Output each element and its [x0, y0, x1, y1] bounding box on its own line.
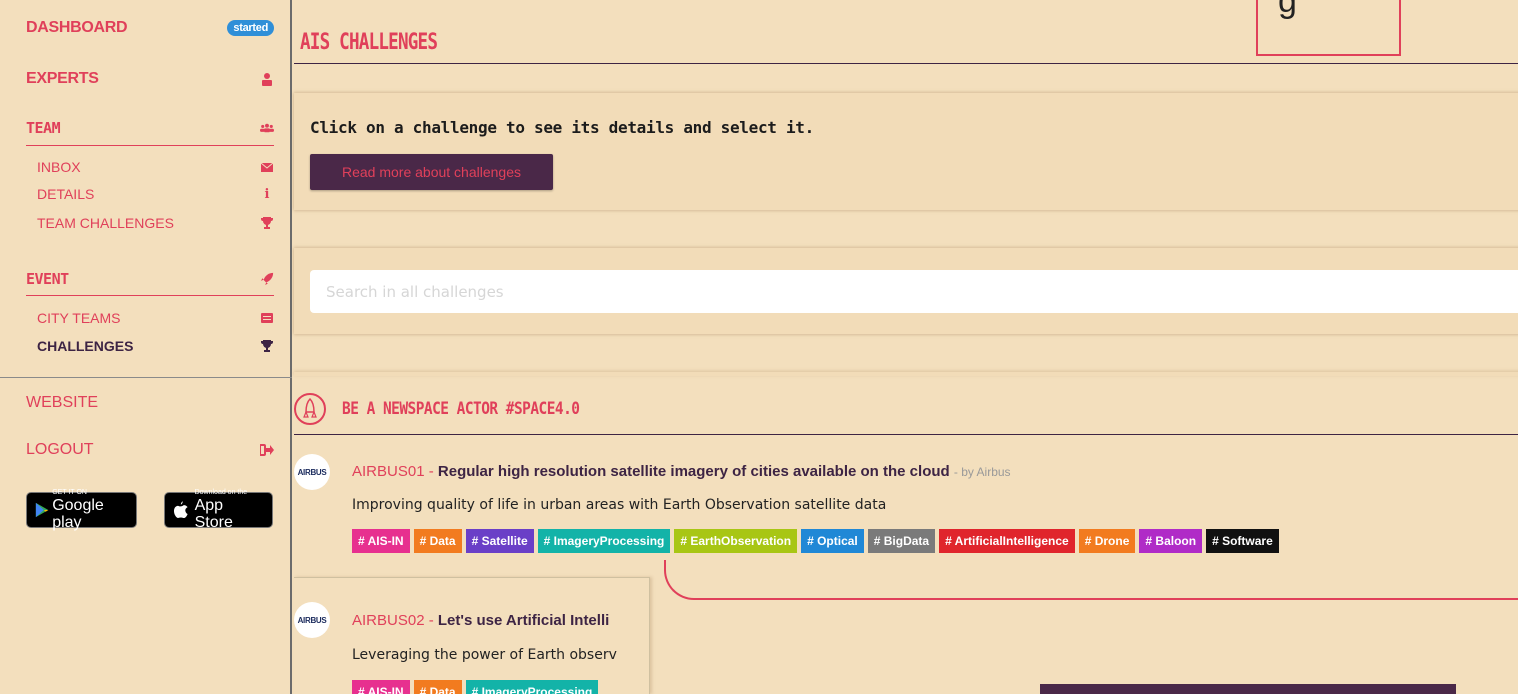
nav-details-label: DETAILS [37, 186, 95, 202]
tag[interactable]: # AIS-IN [352, 680, 410, 694]
category-divider [294, 434, 1518, 435]
nav-inbox-label: INBOX [37, 159, 81, 175]
google-play-icon [35, 502, 49, 518]
nav-team-challenges-label: TEAM CHALLENGES [37, 215, 174, 231]
nav-team-challenges[interactable]: TEAM CHALLENGES [37, 215, 274, 231]
users-icon [260, 121, 274, 135]
tag[interactable]: # Data [413, 680, 462, 694]
challenge-tags: # AIS-IN # Data # ImageryProcessing [352, 680, 599, 694]
nav-website-label: WEBSITE [26, 394, 99, 411]
sidebar-divider [0, 377, 292, 378]
tag[interactable]: # ImageryProcessing [537, 529, 671, 553]
list-icon [260, 311, 274, 325]
challenge-title-text: Regular high resolution satellite imager… [437, 463, 950, 480]
category-panel-top [294, 372, 1518, 376]
nav-dashboard-label: DASHBOARD [26, 19, 128, 36]
team-divider [26, 145, 274, 146]
challenge-description: Improving quality of life in urban areas… [352, 497, 887, 513]
google-play-small: GET IT ON [52, 489, 87, 496]
google-play-button[interactable]: GET IT ON Google play [26, 489, 137, 531]
decorative-curve [664, 560, 1518, 600]
tag[interactable]: # BigData [867, 529, 936, 553]
challenge-description: Leveraging the power of Earth observ [352, 647, 617, 663]
sidebar: DASHBOARD started EXPERTS TEAM INBOX DET… [0, 0, 292, 694]
nav-inbox[interactable]: INBOX [37, 159, 274, 175]
tag[interactable]: # Drone [1078, 529, 1136, 553]
apple-icon [173, 501, 188, 519]
google-play-big: Google play [52, 497, 104, 531]
trophy-icon [260, 216, 274, 230]
nav-experts-label: EXPERTS [26, 70, 99, 87]
nav-logout[interactable]: LOGOUT [26, 441, 274, 459]
tag[interactable]: # Data [413, 529, 462, 553]
event-divider [26, 295, 274, 296]
tag[interactable]: # EarthObservation [674, 529, 798, 553]
tag[interactable]: # Baloon [1139, 529, 1203, 553]
nav-city-teams[interactable]: CITY TEAMS [37, 310, 274, 326]
app-store-button[interactable]: Download on the App Store [164, 489, 273, 531]
nav-challenges[interactable]: CHALLENGES [37, 338, 274, 354]
info-icon: i [264, 186, 270, 202]
nav-team[interactable]: TEAM [26, 119, 274, 137]
challenge-author: - by Airbus [953, 465, 1011, 479]
sign-out-icon [260, 443, 274, 457]
nav-experts[interactable]: EXPERTS [26, 70, 274, 88]
nav-city-teams-label: CITY TEAMS [37, 310, 121, 326]
nav-team-label: TEAM [26, 119, 61, 137]
nav-details[interactable]: DETAILS i [37, 186, 274, 202]
tag[interactable]: # Software [1206, 529, 1279, 553]
read-more-button[interactable]: Read more about challenges [310, 154, 553, 190]
challenge-title[interactable]: AIRBUS01 - Regular high resolution satel… [352, 463, 1011, 480]
category-title: BE A NEWSPACE ACTOR #SPACE4.0 [342, 399, 580, 419]
rocket-icon [260, 272, 274, 286]
airbus-logo: AIRBUS [294, 454, 330, 490]
nav-event-label: EVENT [26, 270, 69, 288]
tag[interactable]: # AIS-IN [352, 529, 410, 553]
nav-dashboard[interactable]: DASHBOARD started [26, 19, 274, 37]
challenge-tags: # AIS-IN # Data # Satellite # ImageryPro… [352, 529, 1279, 553]
airbus-logo: AIRBUS [294, 602, 330, 638]
title-separator: - [428, 463, 434, 480]
nav-logout-label: LOGOUT [26, 441, 94, 458]
tag[interactable]: # ImageryProcessing [465, 680, 599, 694]
app-store-big: App Store [194, 497, 233, 531]
challenge-code: AIRBUS02 [352, 612, 425, 629]
nav-website[interactable]: WEBSITE [26, 394, 274, 412]
status-badge: started [227, 20, 274, 36]
nav-challenges-label: CHALLENGES [37, 338, 134, 354]
challenge-title-text: Let's use Artificial Intelli [437, 612, 610, 629]
main-content: g AIS CHALLENGES Click on a challenge to… [294, 0, 1518, 694]
red-frame: g [1256, 0, 1401, 56]
tag[interactable]: # ArtificialIntelligence [939, 529, 1075, 553]
challenge-code: AIRBUS01 [352, 463, 425, 480]
intro-text: Click on a challenge to see its details … [310, 118, 814, 137]
title-divider [294, 63, 1518, 64]
page-title: AIS CHALLENGES [300, 30, 438, 55]
search-input[interactable] [310, 270, 1518, 313]
challenge-title[interactable]: AIRBUS02 - Let's use Artificial Intelli [352, 612, 609, 629]
tag[interactable]: # Optical [801, 529, 864, 553]
dark-panel [1040, 684, 1456, 694]
title-separator: - [428, 612, 434, 629]
nav-event[interactable]: EVENT [26, 270, 274, 288]
envelope-icon [260, 160, 274, 174]
tag[interactable]: # Satellite [465, 529, 534, 553]
frame-glyph: g [1278, 0, 1297, 20]
rocket-outline-icon [294, 393, 326, 425]
app-store-small: Download on the [194, 489, 248, 496]
intro-panel [294, 93, 1518, 210]
trophy-icon [260, 339, 274, 353]
user-secret-icon [260, 72, 274, 86]
challenge-card[interactable]: AIRBUS AIRBUS02 - Let's use Artificial I… [294, 577, 650, 694]
